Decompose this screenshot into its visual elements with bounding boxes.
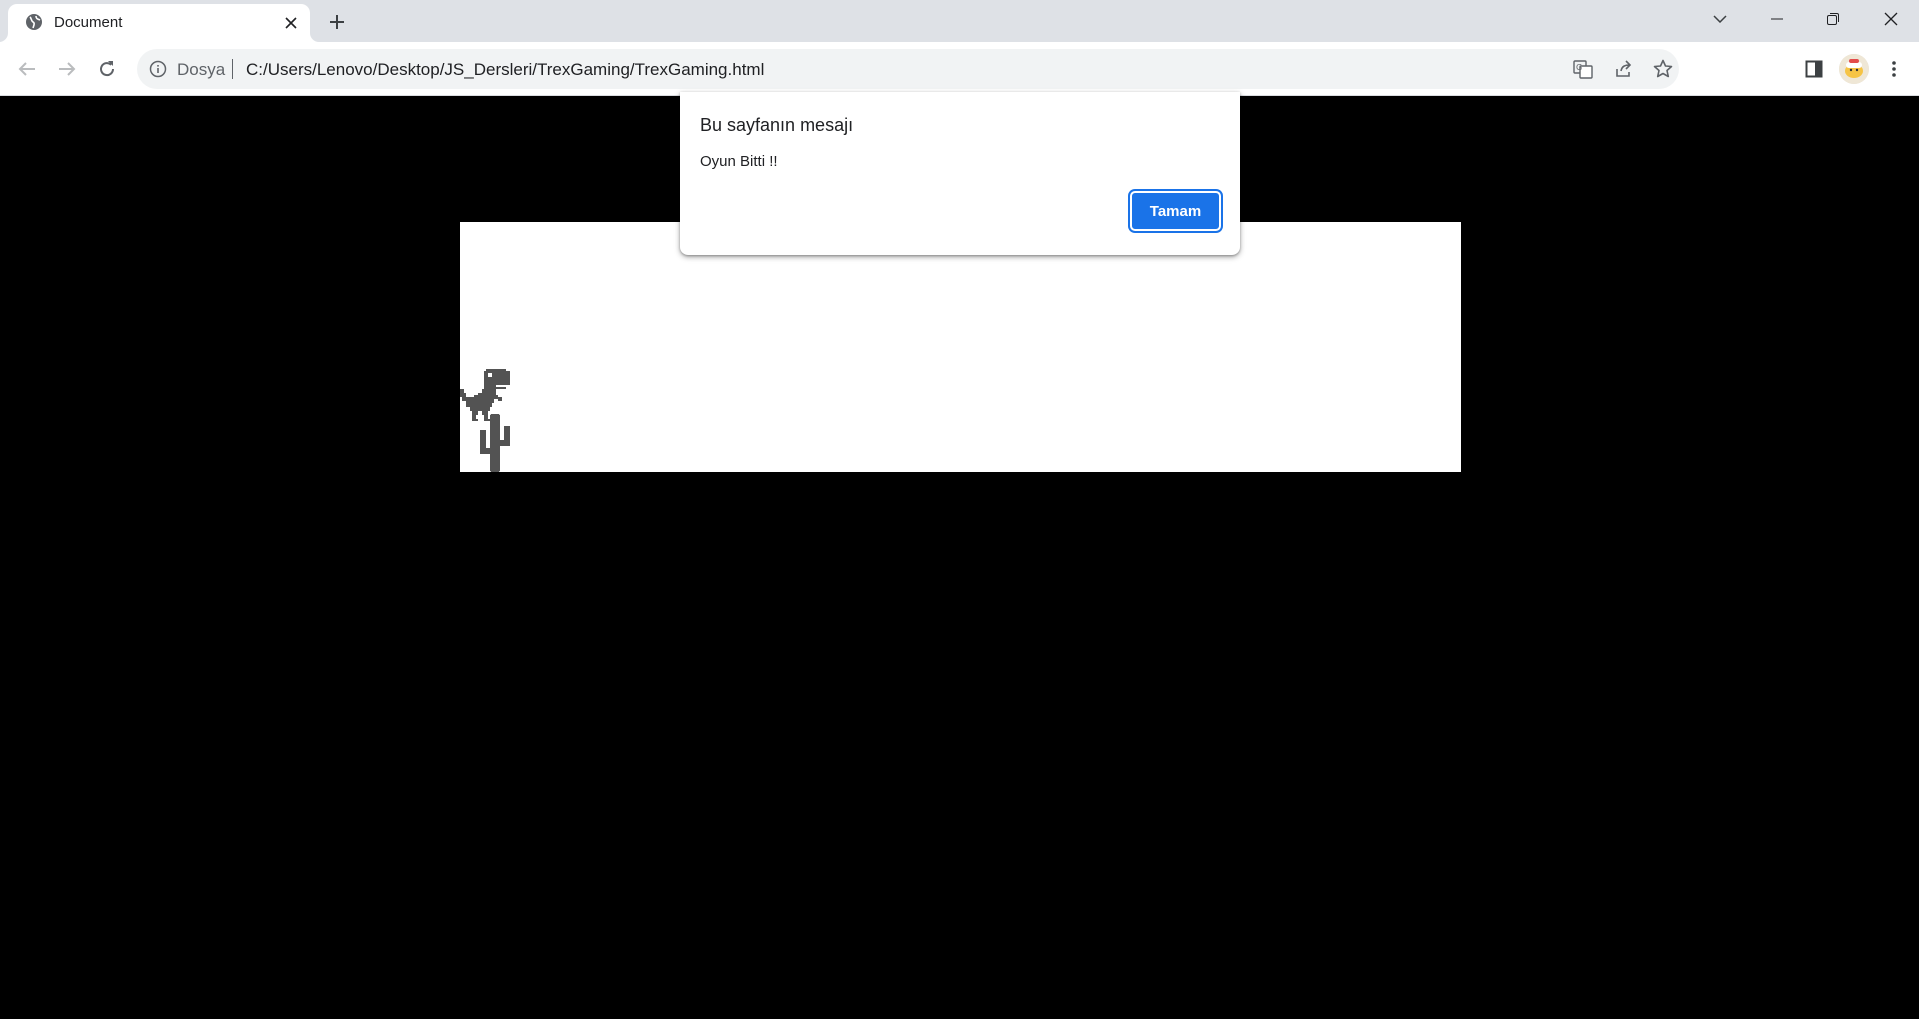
tab-strip: Document xyxy=(0,0,1919,42)
restore-icon xyxy=(1827,13,1839,25)
game-canvas[interactable] xyxy=(460,222,1461,472)
chevron-down-icon xyxy=(1713,15,1727,23)
minimize-icon xyxy=(1771,18,1783,20)
address-bar[interactable]: Dosya C:/Users/Lenovo/Desktop/JS_Dersler… xyxy=(137,49,1679,89)
menu-icon[interactable] xyxy=(1879,54,1909,84)
forward-arrow-icon xyxy=(59,62,76,76)
new-tab-button[interactable] xyxy=(323,8,351,36)
minimize-button[interactable] xyxy=(1749,0,1805,38)
omnibox-divider xyxy=(232,59,233,79)
tab-close-icon[interactable] xyxy=(281,13,301,33)
tab-title: Document xyxy=(54,14,123,31)
cactus-sprite xyxy=(480,414,510,472)
browser-toolbar: Dosya C:/Users/Lenovo/Desktop/JS_Dersler… xyxy=(0,42,1919,96)
profile-avatar[interactable] xyxy=(1839,54,1869,84)
dialog-title: Bu sayfanın mesajı xyxy=(700,115,854,135)
close-icon xyxy=(1884,12,1898,26)
globe-icon xyxy=(25,13,43,31)
alert-dialog: Bu sayfanın mesajı Oyun Bitti !! Tamam xyxy=(680,92,1240,255)
side-panel-icon[interactable] xyxy=(1799,54,1829,84)
back-arrow-icon xyxy=(18,62,35,76)
dialog-message: Oyun Bitti !! xyxy=(700,153,778,170)
ok-button[interactable]: Tamam xyxy=(1130,191,1221,231)
plus-icon xyxy=(330,15,344,29)
svg-text:G: G xyxy=(1576,63,1582,72)
tab-search-button[interactable] xyxy=(1692,0,1748,38)
info-icon[interactable] xyxy=(149,60,167,78)
share-icon[interactable] xyxy=(1613,58,1635,80)
reload-button[interactable] xyxy=(91,53,123,85)
bookmark-star-icon[interactable] xyxy=(1652,58,1674,80)
reload-icon xyxy=(100,61,115,77)
window-close-button[interactable] xyxy=(1863,0,1919,38)
scheme-label: Dosya xyxy=(177,60,226,79)
browser-tab[interactable]: Document xyxy=(8,4,310,42)
url-text[interactable]: C:/Users/Lenovo/Desktop/JS_Dersleri/Trex… xyxy=(246,60,764,80)
restore-button[interactable] xyxy=(1805,0,1861,38)
forward-button[interactable] xyxy=(51,53,83,85)
back-button[interactable] xyxy=(11,53,43,85)
translate-icon[interactable]: G xyxy=(1572,58,1594,80)
